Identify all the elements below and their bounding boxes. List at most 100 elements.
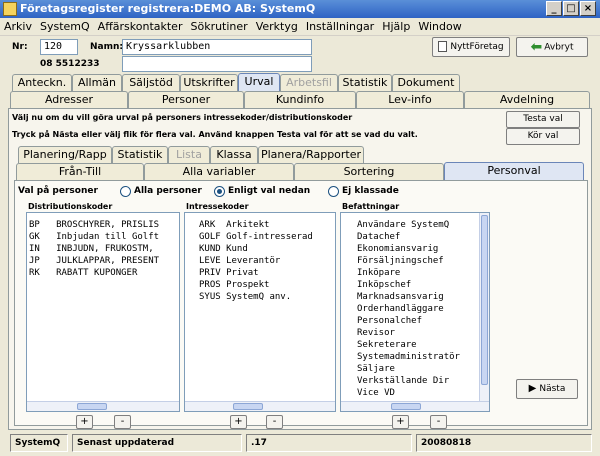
list-item[interactable]: JP JULKLAPPAR, PRESENT: [27, 255, 179, 267]
tab-lev-info[interactable]: Lev-info: [356, 91, 464, 108]
list-item[interactable]: Systemadministratör: [355, 351, 489, 363]
scroll-thumb[interactable]: [77, 403, 107, 410]
namn-label: Namn:: [90, 42, 123, 52]
dist-list[interactable]: BP BROSCHYRER, PRISLIS GK Inbjudan till …: [26, 212, 180, 412]
app-icon: [3, 2, 17, 16]
list-item[interactable]: Orderhandläggare: [355, 303, 489, 315]
cancel-button[interactable]: ⬅ Avbryt: [516, 37, 588, 57]
tab-arbetsfil[interactable]: Arbetsfil: [280, 74, 338, 91]
tab-sortering[interactable]: Sortering: [294, 163, 444, 180]
bef-list[interactable]: Användare SystemQ Datachef Ekonomiansvar…: [340, 212, 490, 412]
menu-hjalp[interactable]: Hjälp: [378, 18, 414, 36]
tab-lista[interactable]: Lista: [168, 146, 210, 163]
new-company-button[interactable]: NyttFöretag: [432, 37, 510, 57]
list-item[interactable]: IN INBJUDN, FRUKOSTM,: [27, 243, 179, 255]
bef-add-button[interactable]: +: [392, 415, 409, 429]
info-line1: Välj nu om du vill göra urval på persone…: [12, 113, 353, 122]
dist-remove-button[interactable]: -: [114, 415, 131, 429]
tab-fran-till[interactable]: Från-Till: [16, 163, 144, 180]
menu-installningar[interactable]: Inställningar: [302, 18, 378, 36]
tab-utskrifter[interactable]: Utskrifter: [180, 74, 238, 91]
namn-field[interactable]: Kryssarklubben: [122, 39, 312, 55]
list-item[interactable]: GOLF Golf-intresserad: [197, 231, 335, 243]
list-item[interactable]: Säljare: [355, 363, 489, 375]
tab-personer[interactable]: Personer: [128, 91, 244, 108]
list-item[interactable]: LEVE Leverantör: [197, 255, 335, 267]
tab-urval[interactable]: Urval: [238, 73, 280, 91]
namn2-field[interactable]: [122, 56, 312, 72]
menu-affarskontakter[interactable]: Affärskontakter: [94, 18, 187, 36]
radio-alla-personer[interactable]: [120, 186, 131, 197]
list-item[interactable]: Vice VD: [355, 387, 489, 399]
minimize-button[interactable]: _: [546, 1, 562, 16]
tab-planering-rapp[interactable]: Planering/Rapp: [18, 146, 112, 163]
list-item[interactable]: Inköpare: [355, 267, 489, 279]
radio-enligt-val[interactable]: [214, 186, 225, 197]
intr-remove-button[interactable]: -: [266, 415, 283, 429]
radio-ej-klassade[interactable]: [328, 186, 339, 197]
list-item[interactable]: Användare SystemQ: [355, 219, 489, 231]
tab-saljstod[interactable]: Säljstöd: [122, 74, 180, 91]
tab-statistik2[interactable]: Statistik: [112, 146, 168, 163]
scroll-thumb[interactable]: [481, 215, 488, 385]
list-item[interactable]: Datachef: [355, 231, 489, 243]
tab-statistik[interactable]: Statistik: [338, 74, 392, 91]
dist-header: Distributionskoder: [28, 202, 113, 211]
list-item[interactable]: Revisor: [355, 327, 489, 339]
intr-list[interactable]: ARK Arkitekt GOLF Golf-intresserad KUND …: [184, 212, 336, 412]
tab-avdelning[interactable]: Avdelning: [464, 91, 590, 108]
intr-hscrollbar[interactable]: [185, 401, 335, 411]
list-item[interactable]: Försäljningschef: [355, 255, 489, 267]
intr-add-button[interactable]: +: [230, 415, 247, 429]
status-time: .17: [246, 434, 412, 452]
list-item[interactable]: Ekonomiansvarig: [355, 243, 489, 255]
enligt-val-label: Enligt val nedan: [228, 186, 311, 196]
bef-remove-button[interactable]: -: [430, 415, 447, 429]
nr-field[interactable]: 120: [40, 39, 78, 55]
scroll-thumb[interactable]: [391, 403, 421, 410]
menu-window[interactable]: Window: [414, 18, 465, 36]
dist-hscrollbar[interactable]: [27, 401, 179, 411]
list-item[interactable]: BP BROSCHYRER, PRISLIS: [27, 219, 179, 231]
list-item[interactable]: KUND Kund: [197, 243, 335, 255]
tab-personval[interactable]: Personval: [444, 162, 584, 180]
test-button[interactable]: Testa val: [506, 111, 580, 128]
bef-hscrollbar[interactable]: [341, 401, 489, 411]
bef-header: Befattningar: [342, 202, 400, 211]
list-item[interactable]: GK Inbjudan till Golft: [27, 231, 179, 243]
status-date: 20080818: [416, 434, 592, 452]
menu-bar: Arkiv SystemQ Affärskontakter Sökrutiner Ver…: [0, 18, 600, 36]
list-item[interactable]: Marknadsansvarig: [355, 291, 489, 303]
maximize-button[interactable]: □: [563, 1, 579, 16]
list-item[interactable]: Sekreterare: [355, 339, 489, 351]
tab-allman[interactable]: Allmän: [72, 74, 122, 91]
tab-alla-variabler[interactable]: Alla variabler: [144, 163, 294, 180]
list-item[interactable]: Verkställande Dir: [355, 375, 489, 387]
menu-verktyg[interactable]: Verktyg: [252, 18, 302, 36]
list-item[interactable]: SYUS SystemQ anv.: [197, 291, 335, 303]
menu-sokrutiner[interactable]: Sökrutiner: [186, 18, 251, 36]
bef-vscrollbar[interactable]: [479, 213, 489, 401]
scroll-thumb[interactable]: [233, 403, 263, 410]
tab-klassa[interactable]: Klassa: [210, 146, 258, 163]
list-item[interactable]: PRIV Privat: [197, 267, 335, 279]
intr-header: Intressekoder: [186, 202, 249, 211]
close-button[interactable]: ×: [580, 1, 596, 16]
list-item[interactable]: Personalchef: [355, 315, 489, 327]
list-item[interactable]: RK RABATT KUPONGER: [27, 267, 179, 279]
list-item[interactable]: Inköpschef: [355, 279, 489, 291]
tab-planera-rapporter[interactable]: Planera/Rapporter: [258, 146, 364, 163]
list-item[interactable]: PROS Prospekt: [197, 279, 335, 291]
phone-text: 08 5512233: [40, 59, 100, 69]
tab-kundinfo[interactable]: Kundinfo: [244, 91, 356, 108]
tab-anteckn[interactable]: Anteckn.: [12, 74, 72, 91]
next-button[interactable]: ▶ Nästa: [516, 379, 578, 399]
tab-dokument[interactable]: Dokument: [392, 74, 460, 91]
tab-adresser[interactable]: Adresser: [10, 91, 128, 108]
menu-systemq[interactable]: SystemQ: [36, 18, 94, 36]
run-button[interactable]: Kör val: [506, 128, 580, 145]
dist-add-button[interactable]: +: [76, 415, 93, 429]
ej-klassade-label: Ej klassade: [342, 186, 399, 196]
list-item[interactable]: ARK Arkitekt: [197, 219, 335, 231]
menu-arkiv[interactable]: Arkiv: [0, 18, 36, 36]
